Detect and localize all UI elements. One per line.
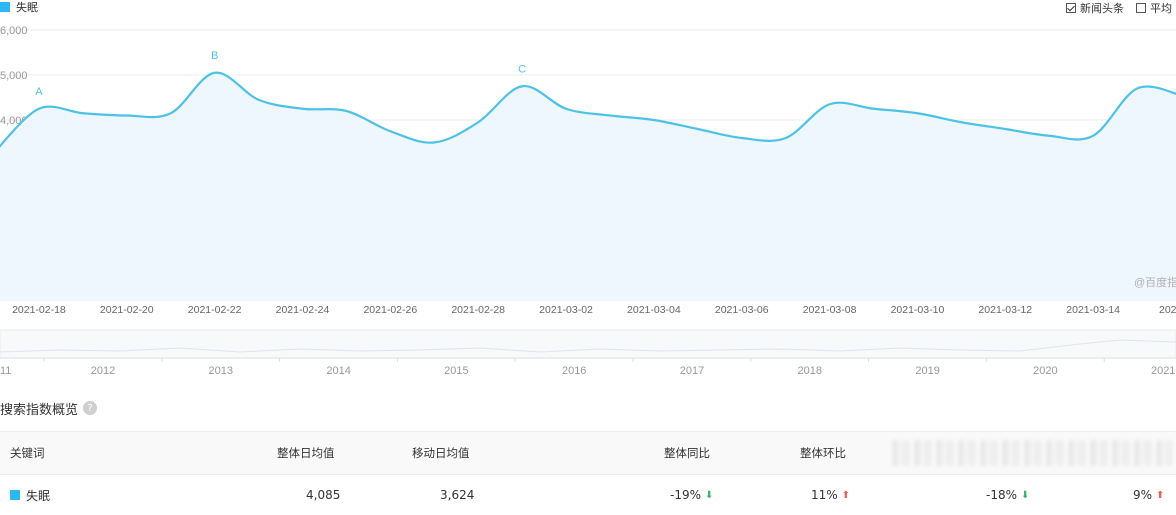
navigator-year-axis: 11 2012 2013 2014 2015 2016 2017 2018 2019 2020 20… <box>0 358 1175 377</box>
x-tick-label: 2021-02-26 <box>363 304 417 316</box>
toggle-news-label: 新闻头条 <box>1080 2 1124 15</box>
row-mobile-yoy: -18% ⬇ <box>986 475 1029 515</box>
navigator-year-label: 2019 <box>915 365 939 377</box>
toggle-news[interactable]: 新闻头条 <box>1066 0 1124 16</box>
row-keyword-text: 失眠 <box>26 488 51 503</box>
col-overall-yoy: 整体同比 <box>664 446 710 460</box>
navigator-year-label: 2012 <box>91 365 115 377</box>
range-navigator[interactable] <box>0 329 1176 359</box>
arrow-up-icon: ⬆ <box>1156 489 1165 501</box>
legend-label: 失眠 <box>16 1 38 14</box>
row-overall-mom: 11% ⬆ <box>811 475 850 515</box>
y-tick-label: 5,000 <box>0 70 28 82</box>
x-tick-label: 2021-03-06 <box>715 304 769 316</box>
trend-chart: 1,0002,0003,0004,0005,0006,000 ABC @百度指数… <box>0 25 1176 377</box>
annotation-c[interactable]: C <box>518 63 526 75</box>
series-area <box>0 72 1176 300</box>
checkbox-unchecked-icon[interactable] <box>1136 3 1146 13</box>
x-tick-label: 2021-02-28 <box>451 304 505 316</box>
legend-swatch <box>0 2 10 12</box>
navigator-year-label: 2018 <box>798 365 822 377</box>
x-tick-label: 2021-02-24 <box>276 304 330 316</box>
row-overall-yoy: -19% ⬇ <box>670 475 713 515</box>
row-mobile-avg: 3,624 <box>440 488 475 502</box>
row-overall-yoy-value: -19% <box>670 488 702 502</box>
keyword-swatch <box>10 490 20 500</box>
question-icon[interactable]: ? <box>83 401 98 415</box>
y-tick-label: 6,000 <box>0 25 28 37</box>
x-tick-label: 2021-02-18 <box>12 304 66 316</box>
overview-table: 关键词 整体日均值 移动日均值 整体同比 整体环比 失眠 4,085 3,624… <box>0 431 1176 515</box>
navigator-year-label: 2016 <box>562 365 586 377</box>
navigator-left-label: 11 <box>0 365 11 377</box>
toggle-average[interactable]: 平均 <box>1136 0 1172 16</box>
navigator-year-label: 2014 <box>326 365 350 377</box>
x-tick-label: 2021-03-04 <box>627 304 681 316</box>
watermark: @百度指数 <box>1134 275 1176 289</box>
row-overall-mom-value: 11% <box>811 488 838 502</box>
row-keyword: 失眠 <box>10 475 50 515</box>
row-mobile-yoy-value: -18% <box>986 488 1018 502</box>
x-tick-label: 2021-02-20 <box>100 304 154 316</box>
navigator-year-label: 2021 <box>1151 365 1175 377</box>
chart-toggles: 新闻头条 平均 <box>1066 0 1176 16</box>
x-tick-label: 2021-02-22 <box>188 304 242 316</box>
overview-title-text: 搜索指数概览 <box>0 402 79 418</box>
overview-title: 搜索指数概览 ? <box>0 398 98 418</box>
x-tick-label: 2021-03-12 <box>978 304 1032 316</box>
x-tick-label: 2021-03-08 <box>803 304 857 316</box>
navigator-year-label: 2017 <box>680 365 704 377</box>
table-header: 关键词 整体日均值 移动日均值 整体同比 整体环比 <box>0 431 1176 475</box>
arrow-up-icon: ⬆ <box>841 489 851 501</box>
annotation-a[interactable]: A <box>35 86 43 98</box>
x-tick-label: 2021-03-02 <box>539 304 593 316</box>
table-row: 失眠 4,085 3,624 -19% ⬇ 11% ⬆ -18% ⬇ 9% ⬆ <box>0 475 1176 515</box>
row-mobile-mom-value: 9% <box>1133 488 1153 502</box>
navigator-year-label: 2015 <box>444 365 468 377</box>
arrow-down-icon: ⬇ <box>705 489 714 501</box>
chart-legend[interactable]: 失眠 <box>0 0 38 14</box>
x-tick-label: 2021-03-10 <box>891 304 945 316</box>
annotation-markers: A B C <box>35 50 526 98</box>
navigator-year-label: 2013 <box>209 365 233 377</box>
col-mobile-avg: 移动日均值 <box>412 446 470 460</box>
checkbox-checked-icon[interactable] <box>1066 3 1076 13</box>
obscured-header-region <box>892 440 1172 466</box>
x-tick-label: 2021-03-16 <box>1159 304 1176 316</box>
row-overall-avg: 4,085 <box>306 488 341 502</box>
col-overall-mom: 整体环比 <box>800 446 846 460</box>
x-tick-label: 2021-03-14 <box>1066 304 1120 316</box>
arrow-down-icon: ⬇ <box>1021 489 1030 501</box>
row-mobile-mom: 9% ⬆ <box>1133 475 1164 515</box>
toggle-average-label: 平均 <box>1150 2 1172 15</box>
navigator-year-label: 2020 <box>1033 365 1057 377</box>
x-axis-ticks: 2021-02-18 2021-02-20 2021-02-22 2021-02-24… <box>12 304 1176 316</box>
col-overall-avg: 整体日均值 <box>277 446 335 460</box>
col-keyword: 关键词 <box>10 446 45 460</box>
annotation-b[interactable]: B <box>211 50 218 62</box>
